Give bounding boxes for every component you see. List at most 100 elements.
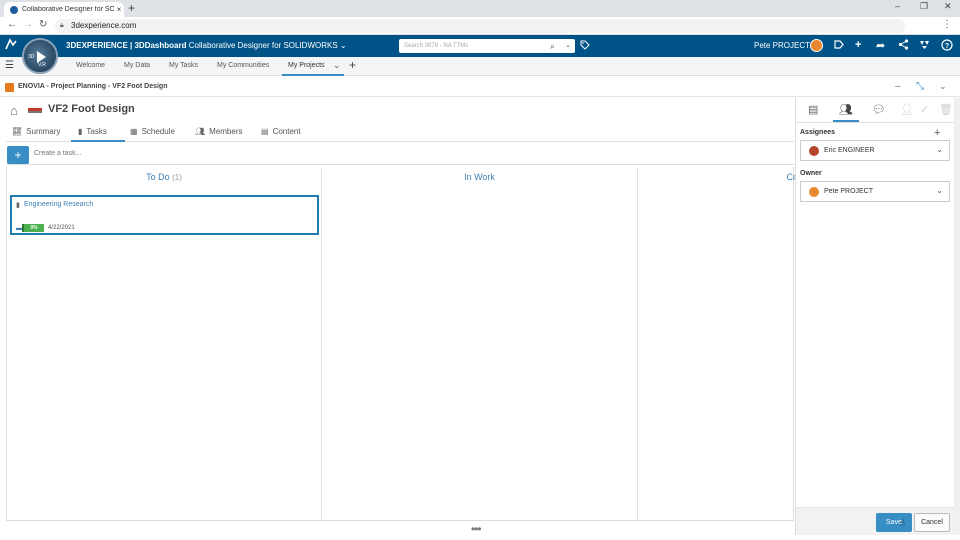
tab-content-label: Content [272,127,301,136]
task-board: To Do (1) ▮ Engineering Research ▬ 0% 4/… [6,167,795,521]
minimize-icon[interactable]: – [895,1,900,11]
trash-icon[interactable]: 🗑︎ [939,103,953,116]
add-task-button[interactable]: + [7,146,29,164]
tab-summary-label: Summary [26,127,61,136]
task-properties-panel: ▤ 👥︎ 💬︎ 👤︎ ✓ 🗑︎ Assignees + Eric ENGINEE… [795,98,955,535]
assignees-people-icon[interactable]: 👥︎ [839,103,853,116]
project-tab-bar: 📈︎ Summary ▮ Tasks ▦ Schedule 👥︎ Members ▤ Co… [6,123,794,142]
column-title: Com [786,172,795,182]
cancel-button[interactable]: Cancel [914,513,950,532]
app-name: Collaborative Designer for SOLIDWORKS [188,41,338,50]
column-header: To Do (1) [7,172,321,182]
properties-document-icon[interactable]: ▤ [808,103,818,116]
tab-schedule-label: Schedule [141,127,175,136]
assignee-select[interactable]: Eric ENGINEER ⌄ [800,140,950,161]
tab-schedule[interactable]: ▦ Schedule [130,127,175,136]
panel-scrollbar[interactable] [954,98,960,535]
url-field[interactable]: 🔒︎ 3dexperience.com [55,19,905,33]
user-name[interactable]: Pete PROJECT [754,41,810,50]
tag-icon[interactable] [580,40,590,53]
apps-icon[interactable] [919,39,930,53]
tab-welcome[interactable]: Welcome [76,62,105,69]
column-completed: Com [638,167,795,521]
tab-my-communities[interactable]: My Communities [217,62,269,69]
tab-close-icon[interactable]: × [114,5,124,14]
column-title: To Do [146,172,170,182]
active-tab-indicator [282,74,344,76]
help-icon[interactable]: ? [941,39,953,54]
tab-my-projects[interactable]: My Projects [288,62,325,69]
compass-icon[interactable]: 3D V,R [22,38,58,74]
project-flag-icon [28,108,42,113]
reload-icon[interactable]: ↻ [39,19,47,30]
platform-top-bar: 3DEXPERIENCE | 3DDashboard Collaborative… [0,35,960,57]
save-button[interactable]: Save [876,513,912,532]
new-tab-button[interactable]: + [128,1,135,15]
app-prefix: 3DEXPERIENCE | 3DDashboard [66,41,187,50]
add-assignee-button[interactable]: + [934,127,940,139]
back-arrow-icon[interactable]: ← [7,19,17,30]
share-icon[interactable] [898,39,909,53]
dashboard-menu-icon[interactable]: ☰ [5,60,14,71]
panel-footer: Save Cancel [796,507,955,535]
search-icon[interactable]: ⌕ [550,39,555,53]
tab-content[interactable]: ▤ Content [261,127,301,136]
browser-tab[interactable]: Collaborative Designer for SOLID × [4,2,124,17]
compass-3d-label: 3D [28,54,35,60]
user-avatar[interactable] [810,39,823,52]
add-tab-button[interactable]: + [349,58,356,72]
chevron-down-icon[interactable]: ⌄ [936,186,943,195]
ds-logo-icon[interactable] [4,38,18,55]
assignees-label: Assignees [800,129,836,136]
task-title[interactable]: Engineering Research [24,201,93,208]
task-progress-badge: 0% [22,224,44,232]
chevron-down-icon[interactable]: ⌄ [936,145,943,154]
add-person-icon[interactable]: 👤︎ [900,103,914,116]
tab-my-data[interactable]: My Data [124,62,150,69]
forward-arrow-icon[interactable]: → [23,19,33,30]
project-title: VF2 Foot Design [48,103,135,115]
assignee-avatar [809,146,819,156]
share-arrow-icon[interactable]: ➦ [876,39,885,52]
enovia-widget-icon [5,83,14,92]
dashboard-tab-bar: ☰ Welcome My Data My Tasks My Communitie… [0,57,960,76]
owner-name: Pete PROJECT [824,188,874,195]
column-in-work: In Work [322,167,638,521]
create-task-row: + [6,145,794,165]
app-title[interactable]: 3DEXPERIENCE | 3DDashboard Collaborative… [66,41,347,50]
checkmark-icon[interactable]: ✓ [920,103,929,116]
pointer-cursor-icon: ☝︎ [899,518,906,529]
svg-text:?: ? [945,43,949,50]
column-to-do: To Do (1) ▮ Engineering Research ▬ 0% 4/… [7,167,322,521]
members-icon: 👥︎ [195,127,206,136]
task-due-date: 4/22/2021 [48,225,75,231]
tab-summary[interactable]: 📈︎ Summary [12,127,60,136]
browser-menu-icon[interactable]: ⋮ [942,19,952,30]
create-task-input[interactable] [34,150,334,157]
assignee-name: Eric ENGINEER [824,147,875,154]
search-input[interactable]: Search 3878 - NA TTMs ⌕ ⌄ [399,39,575,53]
minimize-widget-icon[interactable]: – [895,81,901,92]
home-icon[interactable]: ⌂ [10,103,18,118]
tab-members[interactable]: 👥︎ Members [195,127,243,136]
tab-tasks[interactable]: ▮ Tasks [78,127,107,136]
add-icon[interactable]: + [855,39,861,51]
restore-icon[interactable]: ❐ [920,1,928,12]
tab-my-tasks[interactable]: My Tasks [169,62,198,69]
tab-options-dropdown-icon[interactable]: ⌄ [333,60,341,71]
owner-select[interactable]: Pete PROJECT ⌄ [800,181,950,202]
search-scope-dropdown-icon[interactable]: ⌄ [565,39,571,53]
url-text: 3dexperience.com [71,21,137,30]
address-bar: ← → ↻ 🔒︎ 3dexperience.com ⋮ [0,17,960,35]
app-dropdown-icon[interactable]: ⌄ [340,41,347,50]
chart-line-icon: 📈︎ [12,127,23,136]
window-close-icon[interactable]: ✕ [944,1,952,12]
owner-label: Owner [800,170,822,177]
browser-tab-bar: Collaborative Designer for SOLID × + – ❐… [0,0,960,17]
task-card[interactable]: ▮ Engineering Research ▬ 0% 4/22/2021 [10,195,319,235]
notifications-icon[interactable] [833,39,844,53]
more-options-icon[interactable]: ••• [471,522,482,536]
discussion-chat-icon[interactable]: 💬︎ [872,103,886,116]
collapse-widget-icon[interactable]: ⤡ [916,81,924,92]
widget-menu-chevron-icon[interactable]: ⌄ [939,81,947,92]
